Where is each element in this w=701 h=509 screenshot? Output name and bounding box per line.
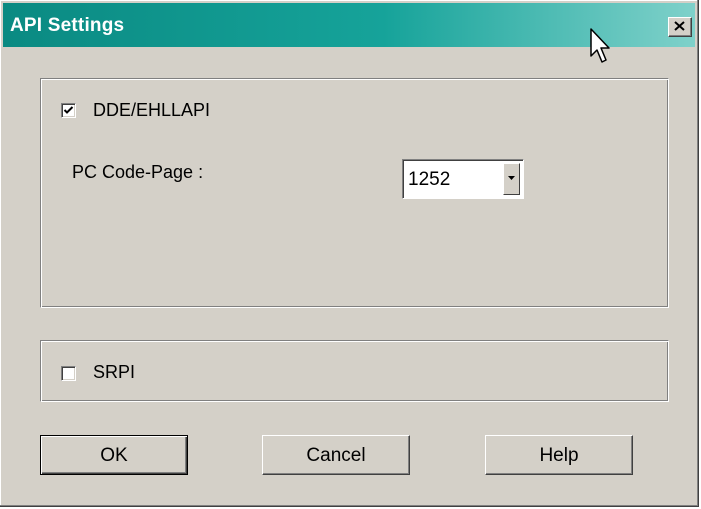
pc-code-page-label: PC Code-Page : bbox=[72, 162, 204, 182]
code-page-dropdown-button[interactable] bbox=[503, 163, 520, 195]
code-page-select[interactable]: 1252 bbox=[402, 159, 524, 199]
window-title: API Settings bbox=[10, 15, 125, 36]
checkmark-icon bbox=[63, 106, 74, 114]
close-button[interactable] bbox=[668, 17, 692, 37]
ok-button[interactable]: OK bbox=[40, 435, 188, 475]
dde-ehllapi-label[interactable]: DDE/EHLLAPI bbox=[93, 100, 210, 121]
code-page-value: 1252 bbox=[408, 169, 451, 190]
srpi-checkbox[interactable] bbox=[61, 366, 76, 381]
dde-ehllapi-checkbox[interactable] bbox=[61, 103, 76, 118]
close-icon bbox=[674, 21, 685, 31]
mouse-pointer-icon bbox=[590, 28, 610, 63]
chevron-down-icon bbox=[508, 176, 515, 180]
cancel-button[interactable]: Cancel bbox=[262, 435, 410, 475]
api-settings-dialog: API Settings DDE/EHLLAPI PC Code-Page : … bbox=[0, 0, 699, 507]
help-button[interactable]: Help bbox=[485, 435, 633, 475]
srpi-label[interactable]: SRPI bbox=[93, 362, 135, 383]
